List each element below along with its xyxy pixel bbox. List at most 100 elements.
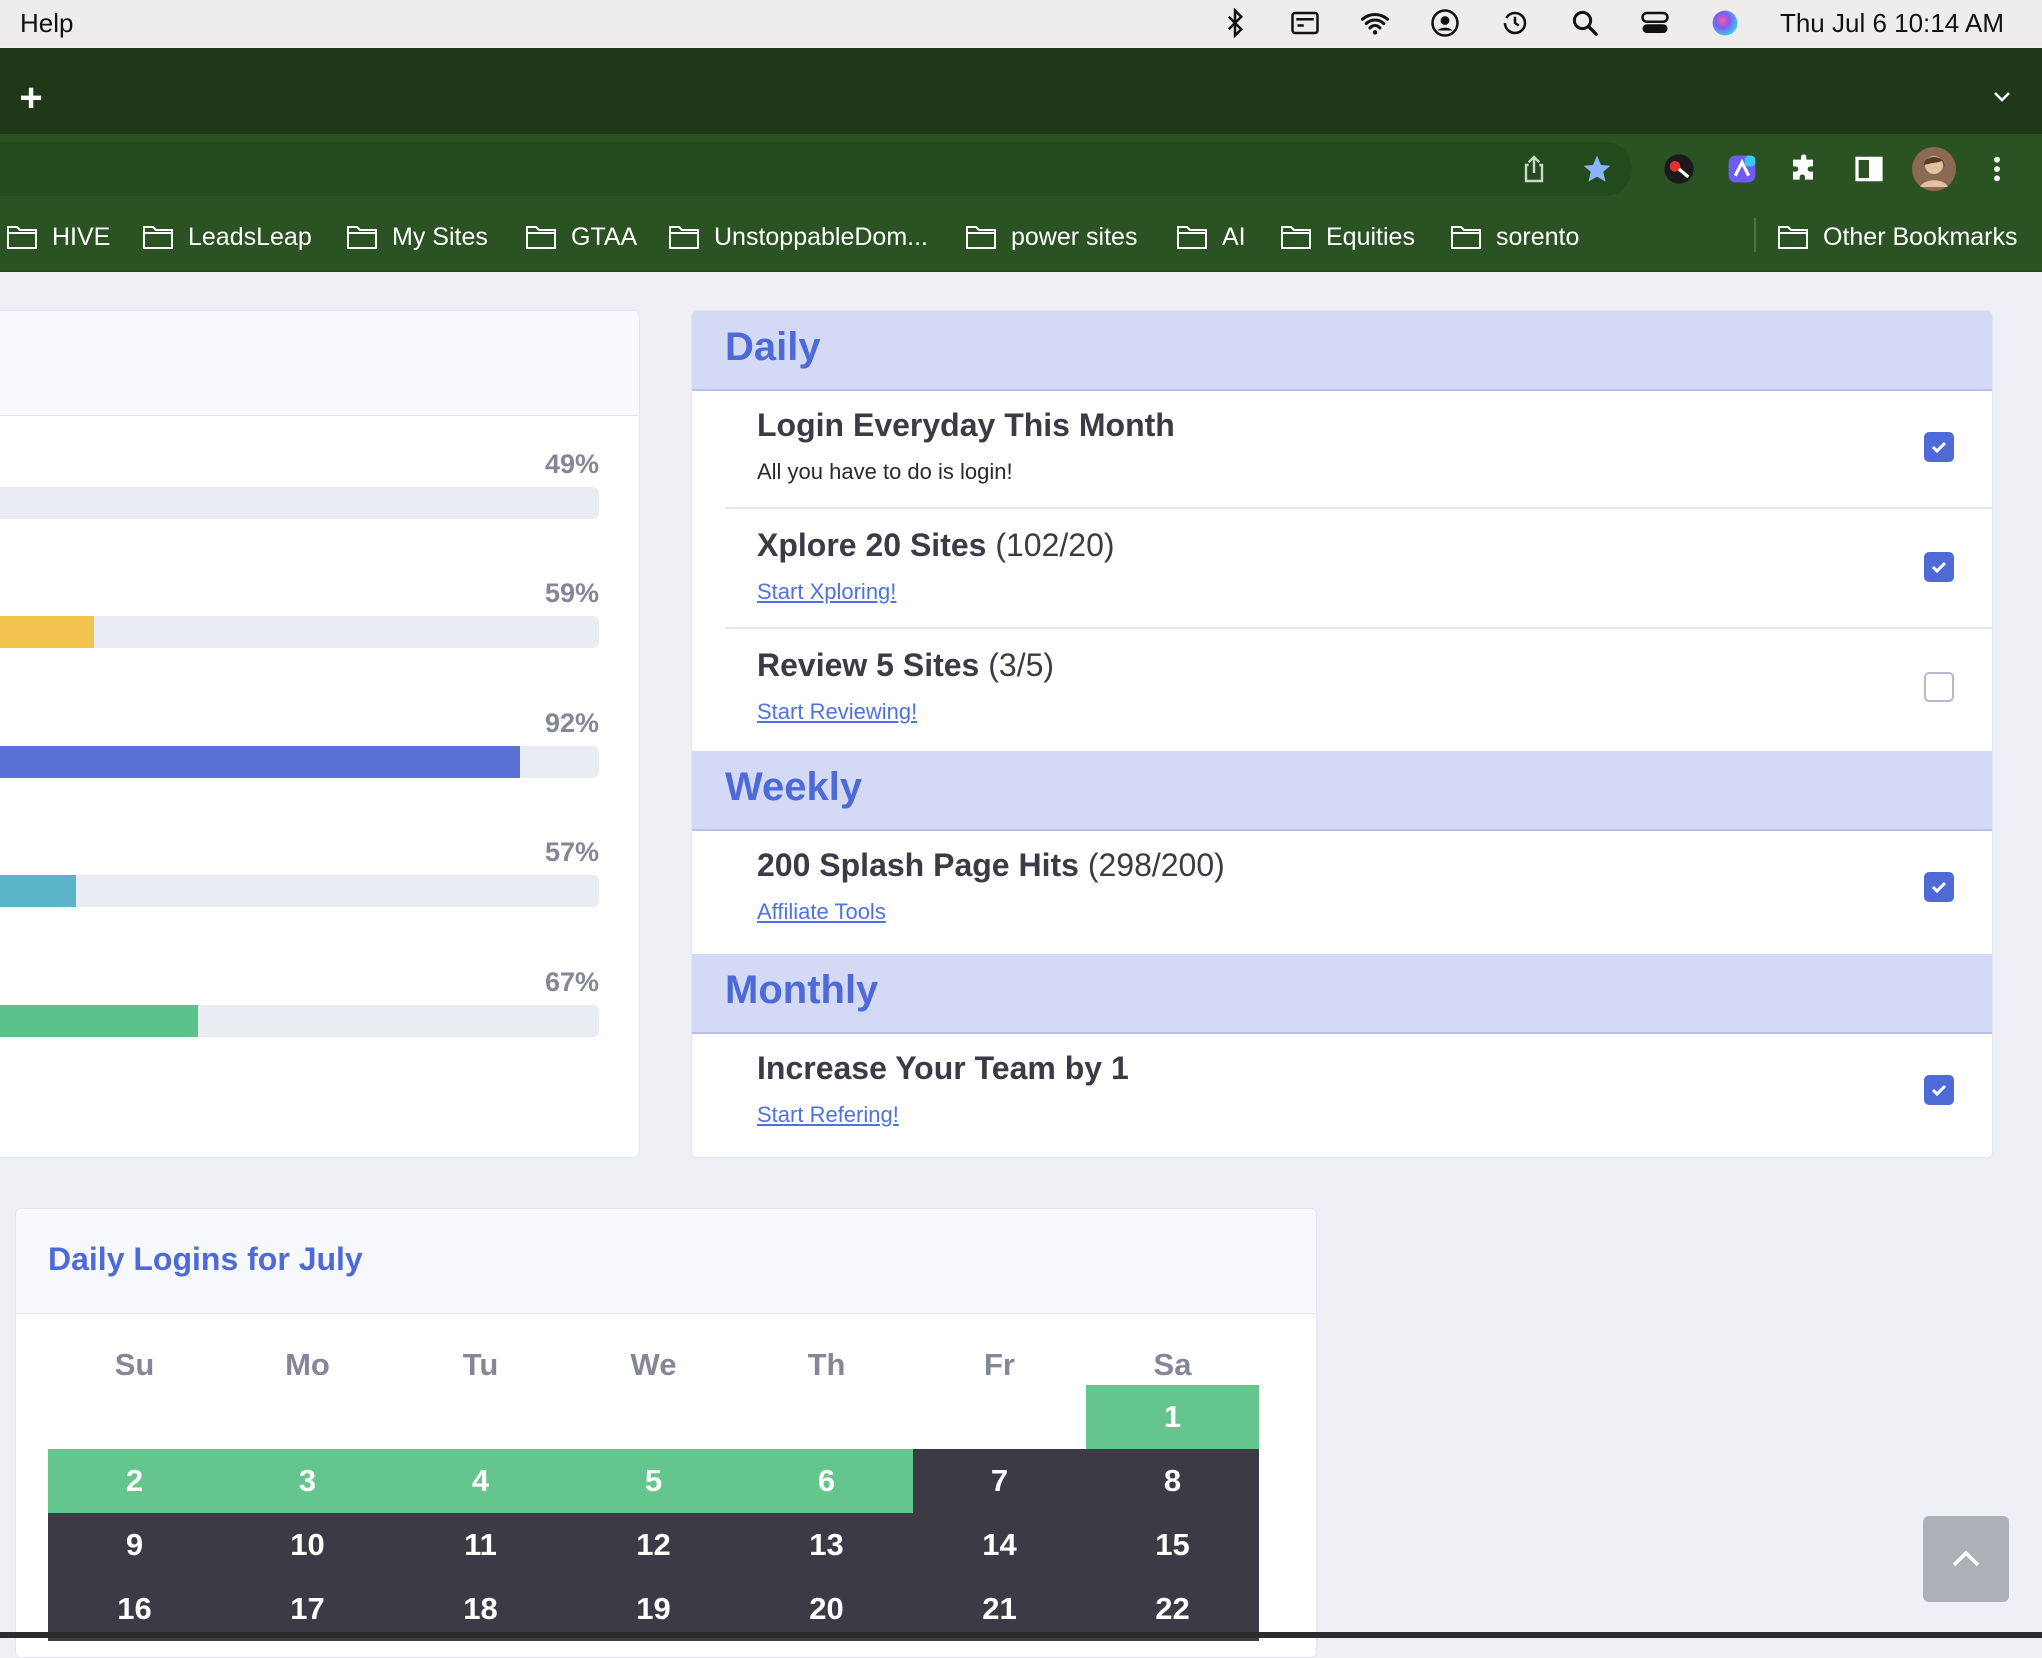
bookmark-label: UnstoppableDom... xyxy=(714,222,929,251)
weekday-label: Th xyxy=(807,1347,846,1382)
calendar-day: 10 xyxy=(221,1513,394,1577)
bookmark-label: AI xyxy=(1222,222,1246,251)
goal-checkbox[interactable] xyxy=(1924,552,1954,582)
weekday-label: Sa xyxy=(1153,1347,1192,1382)
calendar-day: 11 xyxy=(394,1513,567,1577)
bluetooth-icon[interactable] xyxy=(1220,8,1250,38)
goal-title: Login Everyday This Month xyxy=(757,407,1175,443)
browser-tab-strip: + xyxy=(0,48,2042,134)
goal-subtitle: All you have to do is login! xyxy=(757,459,1013,484)
chevron-down-icon[interactable] xyxy=(1990,84,2014,108)
bookmark-folder-other[interactable]: Other Bookmarks xyxy=(1777,220,2018,254)
control-center-icon[interactable] xyxy=(1640,8,1670,38)
goal-checkbox[interactable] xyxy=(1924,432,1954,462)
share-icon[interactable] xyxy=(1517,152,1551,186)
daily-section-header: Daily xyxy=(692,311,1992,391)
goal-item: Xplore 20 Sites (102/20) Start Xploring! xyxy=(725,511,1992,629)
new-tab-button[interactable]: + xyxy=(14,78,48,118)
calendar-day: 2 xyxy=(48,1449,221,1513)
affiliate-tools-link[interactable]: Affiliate Tools xyxy=(757,899,886,925)
bookmark-label: Equities xyxy=(1326,222,1415,251)
bookmark-folder-hive[interactable]: HIVE xyxy=(6,220,110,254)
folder-icon xyxy=(1451,226,1481,249)
weekday-label: Fr xyxy=(984,1347,1015,1382)
calendar-day: 14 xyxy=(913,1513,1086,1577)
bookmark-star-icon[interactable] xyxy=(1580,152,1614,186)
weekday-label: We xyxy=(630,1347,677,1382)
profile-avatar[interactable] xyxy=(1912,147,1956,191)
spotlight-icon[interactable] xyxy=(1570,8,1600,38)
check-icon xyxy=(1931,561,1947,574)
weekday-label: Tu xyxy=(462,1347,499,1382)
start-refering-link[interactable]: Start Refering! xyxy=(757,1102,899,1128)
folder-icon xyxy=(143,226,173,249)
extension-key-icon[interactable] xyxy=(1662,152,1696,186)
start-xploring-link[interactable]: Start Xploring! xyxy=(757,579,896,605)
check-icon xyxy=(1931,1084,1947,1097)
folder-icon xyxy=(1281,226,1311,249)
daily-logins-calendar-card: Daily Logins for July Su Mo Tu We Th Fr Sa 1 2 3 4… xyxy=(15,1208,1317,1658)
bookmark-folder-unstoppabledom[interactable]: UnstoppableDom... xyxy=(668,220,928,254)
extensions-puzzle-icon[interactable] xyxy=(1788,152,1822,186)
browser-toolbar xyxy=(0,134,2042,200)
menubar-clock[interactable]: Thu Jul 6 10:14 AM xyxy=(1780,8,2004,39)
progress-percent: 67% xyxy=(544,967,599,997)
bookmark-label: LeadsLeap xyxy=(188,222,312,251)
calendar-day: 1 xyxy=(1086,1385,1259,1449)
progress-track xyxy=(0,1005,599,1037)
calendar-day: 4 xyxy=(394,1449,567,1513)
bookmarks-bar: HIVE LeadsLeap My Sites GTAA Unstoppable… xyxy=(0,200,2042,272)
goal-checkbox[interactable] xyxy=(1924,672,1954,702)
progress-card: 49% 59% 92% 57% 67% xyxy=(0,310,640,1158)
input-source-icon[interactable] xyxy=(1290,8,1320,38)
siri-icon[interactable] xyxy=(1710,8,1740,38)
progress-track xyxy=(0,616,599,648)
start-reviewing-link[interactable]: Start Reviewing! xyxy=(757,699,917,725)
user-icon[interactable] xyxy=(1430,8,1460,38)
bookmark-folder-sorento[interactable]: sorento xyxy=(1450,220,1579,254)
bookmark-label: GTAA xyxy=(571,222,638,251)
goal-item: Increase Your Team by 1 Start Refering! xyxy=(725,1034,1992,1152)
bookmark-folder-power-sites[interactable]: power sites xyxy=(965,220,1137,254)
folder-icon xyxy=(1778,226,1808,249)
section-title: Weekly xyxy=(725,765,863,809)
section-title: Daily xyxy=(725,325,821,369)
bookmark-folder-my-sites[interactable]: My Sites xyxy=(346,220,488,254)
check-icon xyxy=(1931,441,1947,454)
time-machine-icon[interactable] xyxy=(1500,8,1530,38)
scroll-to-top-button[interactable] xyxy=(1923,1516,2009,1602)
bookmark-label: HIVE xyxy=(52,222,111,251)
macos-menu-bar: Help Thu Jul 6 10:14 AM xyxy=(0,0,2042,46)
check-icon xyxy=(1931,881,1947,894)
goal-checkbox[interactable] xyxy=(1924,872,1954,902)
bookmark-folder-equities[interactable]: Equities xyxy=(1280,220,1415,254)
bookmark-folder-leadsleap[interactable]: LeadsLeap xyxy=(142,220,312,254)
help-menu[interactable]: Help xyxy=(20,8,73,39)
bookmark-label: power sites xyxy=(1011,222,1138,251)
progress-track xyxy=(0,487,599,519)
goal-item: Review 5 Sites (3/5) Start Reviewing! xyxy=(725,631,1992,749)
weekly-section-header: Weekly xyxy=(692,751,1992,831)
goal-checkbox[interactable] xyxy=(1924,1075,1954,1105)
address-bar[interactable] xyxy=(0,142,1632,196)
menu-kebab-icon[interactable] xyxy=(1980,152,2014,186)
progress-fill xyxy=(0,616,95,648)
weekday-label: Mo xyxy=(285,1347,330,1382)
calendar-day: 8 xyxy=(1086,1449,1259,1513)
progress-percent: 57% xyxy=(544,837,599,867)
progress-fill xyxy=(0,875,77,907)
progress-track xyxy=(0,875,599,907)
goal-title: Xplore 20 Sites (102/20) xyxy=(757,527,1115,563)
bookmark-folder-gtaa[interactable]: GTAA xyxy=(525,220,637,254)
goals-card: Daily Login Everyday This Month All you … xyxy=(691,310,1993,1158)
folder-icon xyxy=(347,226,377,249)
calendar-day: 12 xyxy=(567,1513,740,1577)
wifi-icon[interactable] xyxy=(1360,8,1390,38)
side-panel-icon[interactable] xyxy=(1852,152,1886,186)
bookmark-label: My Sites xyxy=(392,222,488,251)
goal-count: (3/5) xyxy=(988,647,1055,683)
extension-app-icon[interactable] xyxy=(1725,152,1759,186)
goal-item: Login Everyday This Month All you have t… xyxy=(725,391,1992,509)
bookmark-folder-ai[interactable]: AI xyxy=(1176,220,1246,254)
progress-card-header xyxy=(0,311,639,416)
